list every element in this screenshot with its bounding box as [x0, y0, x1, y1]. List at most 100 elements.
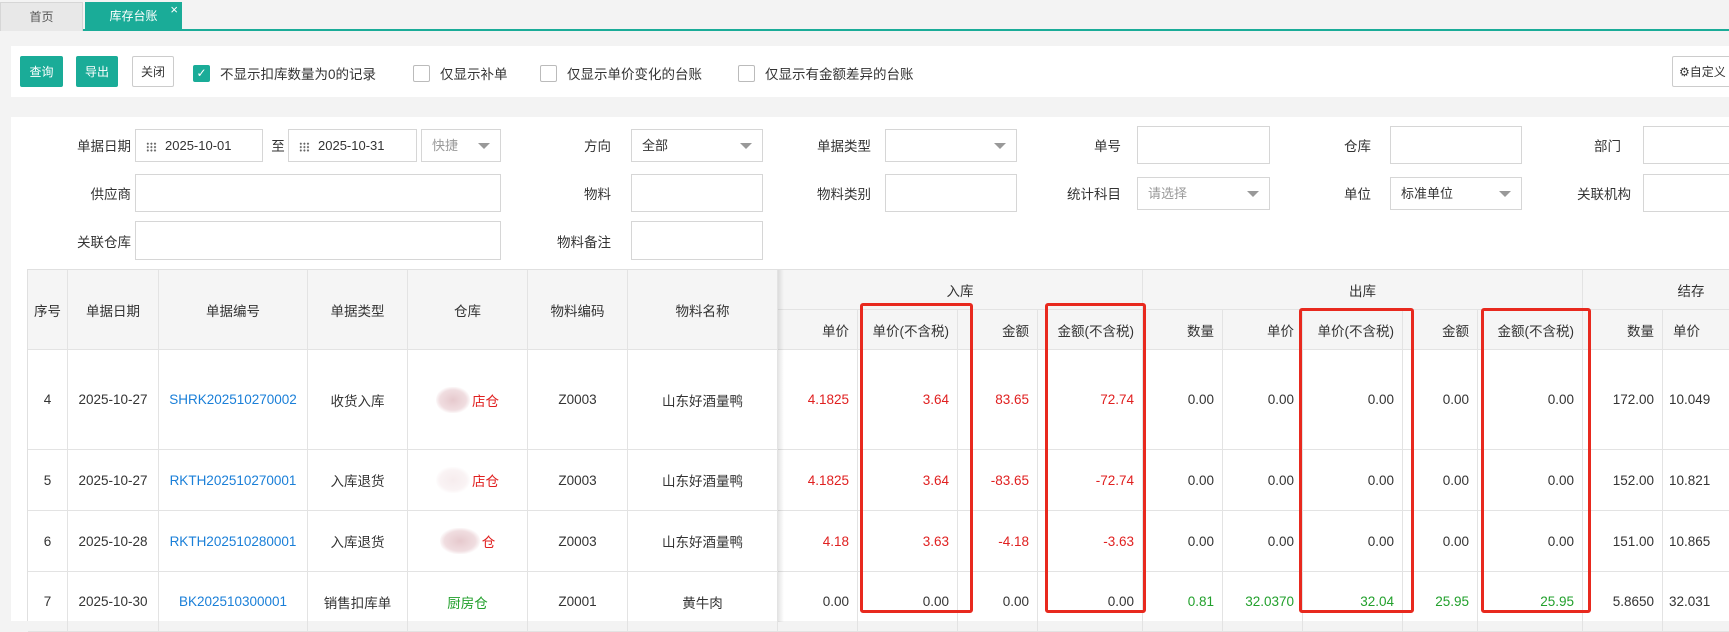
close-button[interactable]: 关闭 [132, 56, 174, 87]
cell-seq: 6 [28, 511, 68, 572]
material-note-label: 物料备注 [557, 235, 611, 250]
org-input[interactable] [1643, 174, 1729, 212]
cell-doc-type: 入库退货 [308, 450, 408, 511]
export-button[interactable]: 导出 [76, 56, 118, 87]
cell-warehouse-text: 仓 [481, 535, 496, 550]
cell-mat-name: 黄牛肉 [628, 572, 778, 632]
col-group-in: 入库 [778, 270, 1143, 310]
cell-warehouse: 店仓 [408, 450, 528, 511]
cell-in-price-nt: 3.63 [858, 511, 958, 572]
stat-subject-select[interactable]: 请选择 [1137, 177, 1270, 210]
cell-seq: 4 [28, 350, 68, 450]
cell-warehouse: 仓 [408, 511, 528, 572]
col-header-warehouse: 仓库 [408, 270, 528, 350]
cell-out-amt-nt: 0.00 [1478, 450, 1583, 511]
checkbox-icon [413, 64, 430, 82]
direction-select[interactable]: 全部 [631, 129, 763, 162]
check-price-change-only[interactable]: 仅显示单价变化的台账 [540, 63, 702, 83]
redacted-mark [436, 467, 470, 493]
cell-out-amt: 0.00 [1403, 350, 1478, 450]
stat-subject-label: 统计科目 [1067, 187, 1121, 202]
cell-date: 2025-10-28 [68, 511, 159, 572]
doc-no-label: 单号 [1094, 139, 1121, 154]
col-header-out-amt: 金额 [1403, 310, 1478, 350]
material-cat-label: 物料类别 [817, 187, 871, 202]
checkbox-checked-icon: ✓ [193, 64, 210, 82]
unit-label: 单位 [1344, 187, 1371, 202]
cell-mat-name: 山东好酒量鸭 [628, 350, 778, 450]
quick-date-select[interactable]: 快捷 [421, 129, 501, 162]
check-supplement-only[interactable]: 仅显示补单 [413, 63, 508, 83]
unit-value: 标准单位 [1401, 186, 1454, 201]
unit-select[interactable]: 标准单位 [1390, 177, 1522, 210]
customize-button[interactable]: ⚙自定义 [1672, 56, 1729, 87]
supplier-input[interactable] [135, 174, 501, 212]
cell-in-amt-nt: 0.00 [1038, 572, 1143, 632]
date-to-value: 2025-10-31 [318, 138, 385, 153]
rel-wh-label: 关联仓库 [77, 235, 131, 250]
date-to-input[interactable]: 2025-10-31 [288, 129, 417, 162]
rel-wh-input[interactable] [135, 221, 501, 260]
close-icon[interactable]: × [170, 0, 178, 24]
doc-type-select[interactable] [885, 129, 1017, 162]
check-amount-diff-only-label: 仅显示有金额差异的台账 [765, 67, 914, 82]
check-amount-diff-only[interactable]: 仅显示有金额差异的台账 [738, 63, 914, 83]
dept-input[interactable] [1643, 126, 1729, 164]
col-header-in-price-nt: 单价(不含税) [858, 310, 958, 350]
col-header-date: 单据日期 [68, 270, 159, 350]
cell-out-amt-nt: 0.00 [1478, 511, 1583, 572]
cell-out-price: 32.0370 [1223, 572, 1303, 632]
cell-bal-qty: 151.00 [1583, 511, 1663, 572]
material-label: 物料 [584, 187, 611, 202]
cell-out-qty: 0.81 [1143, 572, 1223, 632]
cell-in-price-nt: 0.00 [858, 572, 958, 632]
cell-in-price-nt: 3.64 [858, 350, 958, 450]
chevron-down-icon [740, 143, 752, 149]
dept-label: 部门 [1594, 139, 1621, 154]
cell-in-amt-nt: -3.63 [1038, 511, 1143, 572]
cell-in-price: 4.1825 [778, 350, 858, 450]
material-cat-input[interactable] [885, 174, 1017, 212]
cell-bal-qty: 172.00 [1583, 350, 1663, 450]
col-header-bal-qty: 数量 [1583, 310, 1663, 350]
query-button[interactable]: 查询 [20, 56, 63, 87]
tab-home[interactable]: 首页 [0, 2, 83, 31]
chevron-down-icon [994, 143, 1006, 149]
warehouse-input[interactable] [1390, 126, 1522, 164]
tab-inventory-ledger-label: 库存台账 [109, 9, 158, 23]
cell-doc-type: 收货入库 [308, 350, 408, 450]
cell-seq: 7 [28, 572, 68, 632]
cell-seq: 5 [28, 450, 68, 511]
cell-bal-qty: 5.8650 [1583, 572, 1663, 632]
doc-no-link[interactable]: RKTH202510280001 [159, 511, 308, 572]
date-from-value: 2025-10-01 [165, 138, 232, 153]
date-label: 单据日期 [77, 139, 131, 154]
check-supplement-only-label: 仅显示补单 [440, 67, 508, 82]
material-input[interactable] [631, 174, 763, 212]
quick-date-value: 快捷 [432, 138, 459, 153]
doc-no-input[interactable] [1137, 126, 1270, 164]
cell-in-price: 4.18 [778, 511, 858, 572]
cell-in-price: 4.1825 [778, 450, 858, 511]
cell-mat-code: Z0003 [528, 450, 628, 511]
col-group-out: 出库 [1143, 270, 1583, 310]
doc-no-link[interactable]: SHRK202510270002 [159, 350, 308, 450]
col-header-in-price: 单价 [778, 310, 858, 350]
cell-date: 2025-10-27 [68, 450, 159, 511]
cell-out-price-nt: 0.00 [1303, 450, 1403, 511]
cell-out-amt: 25.95 [1403, 572, 1478, 632]
check-hide-zero-deduct[interactable]: ✓ 不显示扣库数量为0的记录 [193, 63, 376, 83]
cell-out-price-nt: 0.00 [1303, 350, 1403, 450]
date-from-input[interactable]: 2025-10-01 [135, 129, 263, 162]
material-note-input[interactable] [631, 221, 763, 260]
cell-mat-code: Z0001 [528, 572, 628, 632]
tab-bar: 首页 库存台账 × [0, 0, 1729, 31]
warehouse-label: 仓库 [1344, 139, 1371, 154]
direction-value: 全部 [642, 138, 669, 153]
doc-type-label: 单据类型 [817, 139, 871, 154]
doc-no-link[interactable]: RKTH202510270001 [159, 450, 308, 511]
cell-out-price: 0.00 [1223, 350, 1303, 450]
doc-no-link[interactable]: BK202510300001 [159, 572, 308, 632]
check-hide-zero-deduct-label: 不显示扣库数量为0的记录 [220, 67, 377, 82]
tab-inventory-ledger[interactable]: 库存台账 × [85, 2, 182, 31]
